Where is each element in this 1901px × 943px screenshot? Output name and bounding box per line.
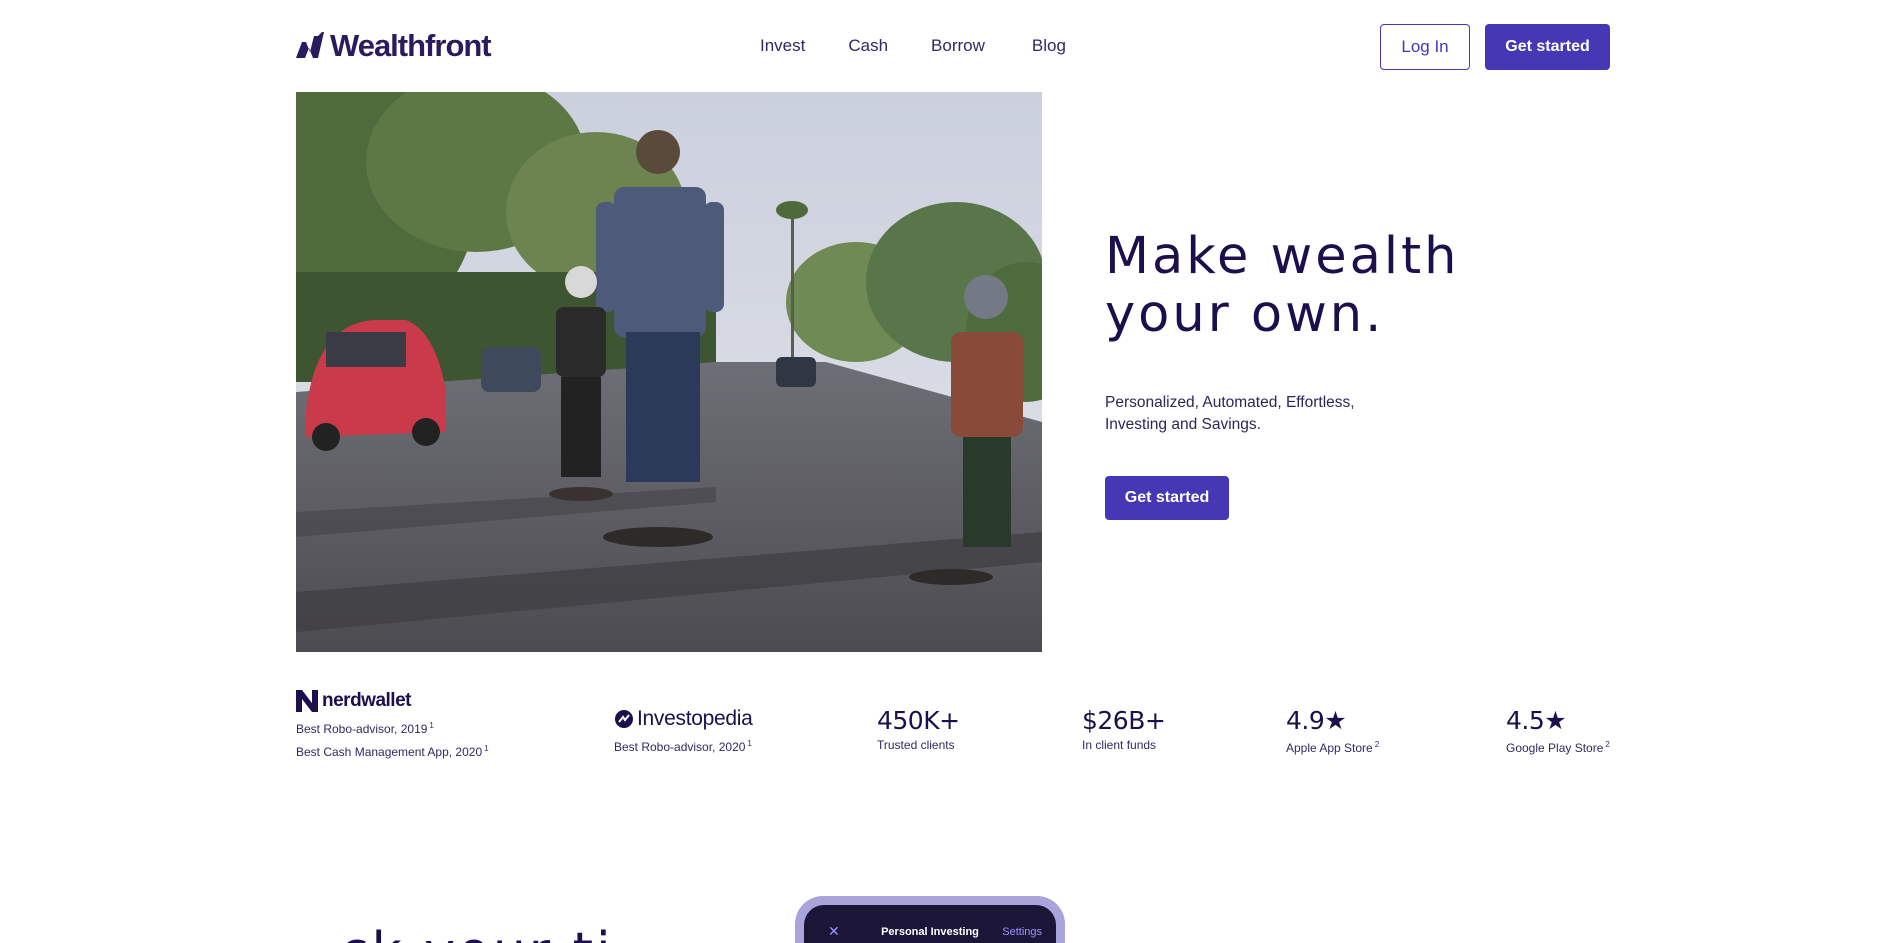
hero-title: Make wealth your own. bbox=[1105, 228, 1565, 344]
hero-video[interactable] bbox=[296, 92, 1042, 652]
stat-label: In client funds bbox=[1082, 738, 1157, 752]
stat-funds: $26B+ In client funds bbox=[1082, 706, 1166, 753]
family-skateboarding-scene bbox=[296, 92, 1042, 652]
wealthfront-logo[interactable]: Wealthfront bbox=[296, 28, 492, 64]
main-nav: Invest Cash Borrow Blog bbox=[760, 34, 1066, 58]
nav-invest[interactable]: Invest bbox=[760, 34, 805, 58]
stat-clients: 450K+ Trusted clients bbox=[877, 706, 960, 753]
hero-subtitle: Personalized, Automated, Effortless, Inv… bbox=[1105, 392, 1425, 436]
nav-borrow[interactable]: Borrow bbox=[931, 34, 985, 58]
brand-name: Wealthfront bbox=[330, 28, 492, 63]
investopedia-wordmark: Investopedia bbox=[637, 707, 753, 730]
login-button[interactable]: Log In bbox=[1380, 24, 1470, 70]
hero-subtitle-line1: Personalized, Automated, Effortless, bbox=[1105, 394, 1355, 411]
phone-settings-link: Settings bbox=[1002, 926, 1042, 938]
get-started-hero-button[interactable]: Get started bbox=[1105, 476, 1229, 520]
stat-value: 4.9★ bbox=[1286, 706, 1347, 735]
nerdwallet-n-icon bbox=[296, 690, 318, 712]
investopedia-icon bbox=[615, 710, 633, 728]
stat-value: 450K+ bbox=[877, 706, 960, 735]
hero-subtitle-line2: Investing and Savings. bbox=[1105, 416, 1261, 433]
site-header: Wealthfront Invest Cash Borrow Blog Log … bbox=[0, 0, 1901, 92]
footnote-ref[interactable]: 1 bbox=[429, 721, 433, 730]
footnote-ref[interactable]: 2 bbox=[1375, 740, 1379, 749]
section-heading-partial: ck your ti bbox=[340, 922, 614, 943]
stat-play-store: 4.5★ Google Play Store 2 bbox=[1506, 706, 1610, 756]
hero-title-line1: Make wealth bbox=[1105, 227, 1460, 286]
award-line: Best Cash Management App, 2020 1 bbox=[296, 744, 489, 759]
stat-label: Trusted clients bbox=[877, 738, 955, 752]
footnote-ref[interactable]: 1 bbox=[484, 744, 488, 753]
hero-title-line2: your own. bbox=[1105, 285, 1385, 344]
stat-label: Google Play Store 2 bbox=[1506, 740, 1610, 755]
wealthfront-logo-icon bbox=[296, 32, 324, 58]
footnote-ref[interactable]: 1 bbox=[747, 739, 751, 748]
award-line: Best Robo-advisor, 2019 1 bbox=[296, 721, 434, 736]
phone-mockup: ✕ Personal Investing Settings bbox=[795, 896, 1065, 943]
stat-value: $26B+ bbox=[1082, 706, 1166, 735]
press-investopedia: Investopedia Best Robo-advisor, 2020 1 bbox=[614, 707, 753, 757]
nav-blog[interactable]: Blog bbox=[1032, 34, 1066, 58]
phone-screen: ✕ Personal Investing Settings bbox=[804, 905, 1056, 943]
nerdwallet-wordmark: nerdwallet bbox=[322, 690, 411, 711]
nerdwallet-logo[interactable]: nerdwallet bbox=[296, 690, 489, 712]
press-nerdwallet: nerdwallet Best Robo-advisor, 2019 1 Best… bbox=[296, 690, 489, 762]
footnote-ref[interactable]: 2 bbox=[1605, 740, 1609, 749]
award-line: Best Robo-advisor, 2020 1 bbox=[614, 739, 752, 754]
investopedia-logo[interactable]: Investopedia bbox=[614, 707, 753, 730]
nav-cash[interactable]: Cash bbox=[848, 34, 888, 58]
stat-label: Apple App Store 2 bbox=[1286, 740, 1380, 755]
get-started-header-button[interactable]: Get started bbox=[1485, 24, 1610, 70]
stat-value: 4.5★ bbox=[1506, 706, 1567, 735]
stat-app-store: 4.9★ Apple App Store 2 bbox=[1286, 706, 1379, 756]
